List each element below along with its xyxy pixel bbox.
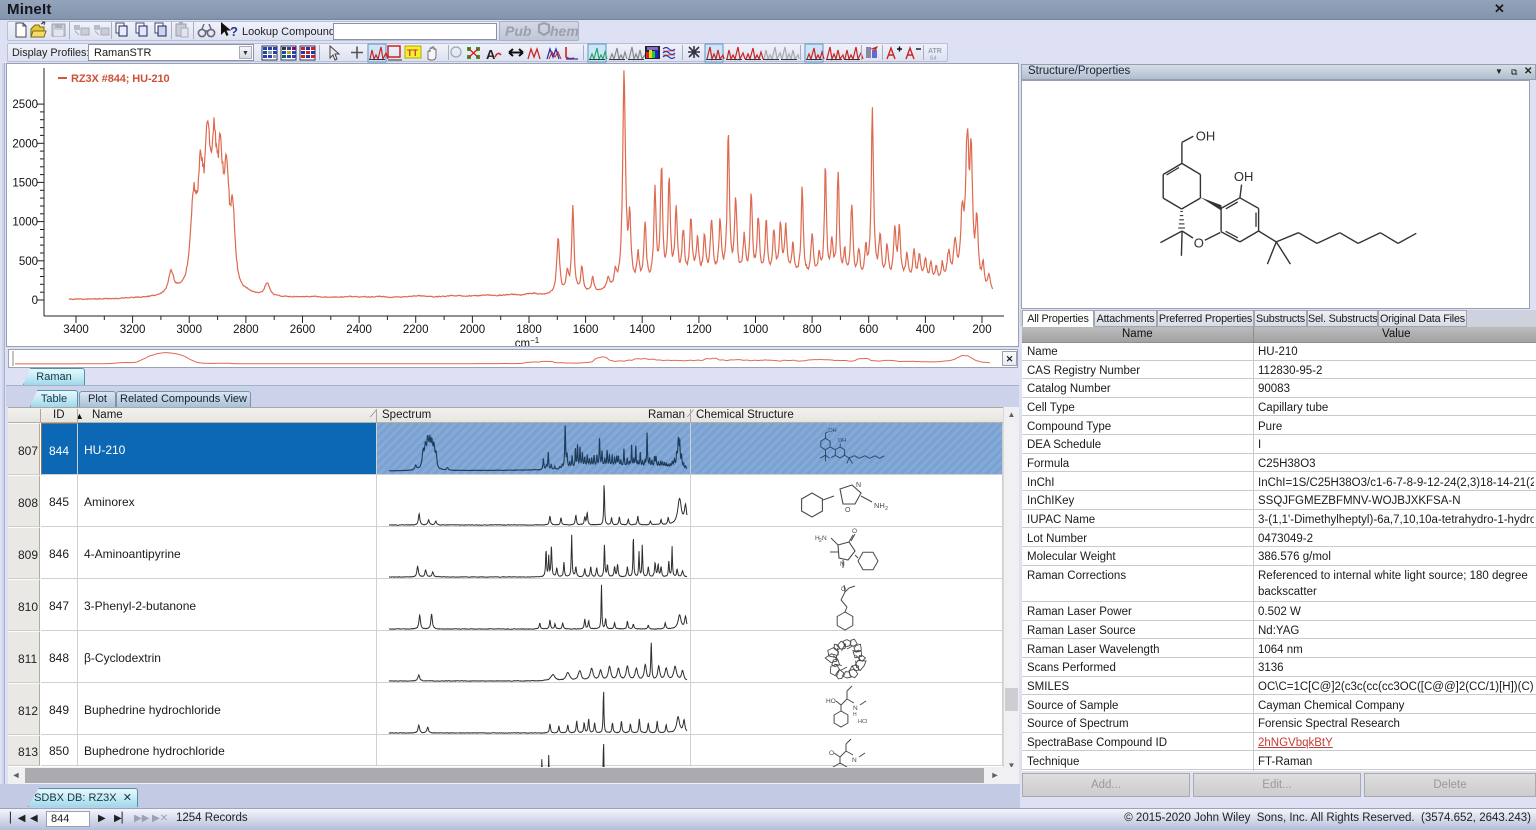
svg-text:O: O — [852, 528, 857, 535]
svg-text:3200: 3200 — [120, 324, 146, 336]
svg-text:800: 800 — [803, 324, 822, 336]
svg-text:OH: OH — [828, 428, 836, 434]
svg-text:1200: 1200 — [686, 324, 712, 336]
svg-text:OH: OH — [1196, 129, 1216, 144]
svg-text:N: N — [822, 535, 827, 542]
svg-text:1400: 1400 — [629, 324, 655, 336]
svg-text:N: N — [840, 561, 845, 568]
svg-text:TT: TT — [407, 48, 418, 58]
svg-text:O: O — [1194, 236, 1204, 251]
svg-text:HCl: HCl — [858, 719, 867, 725]
svg-text:O: O — [845, 507, 851, 514]
svg-text:200: 200 — [972, 324, 991, 336]
svg-text:O: O — [829, 750, 834, 757]
svg-text:A: A — [486, 47, 496, 62]
svg-text:1500: 1500 — [12, 177, 38, 189]
svg-text:NH: NH — [874, 501, 885, 510]
svg-text:2500: 2500 — [12, 99, 38, 111]
svg-text:64: 64 — [930, 56, 937, 62]
svg-text:2600: 2600 — [290, 324, 316, 336]
svg-text:N: N — [852, 757, 857, 764]
svg-text:2400: 2400 — [346, 324, 372, 336]
svg-text:RZ3X #844; HU-210: RZ3X #844; HU-210 — [71, 73, 170, 85]
svg-text:0: 0 — [32, 295, 38, 307]
svg-text:2200: 2200 — [403, 324, 429, 336]
svg-text:HO: HO — [826, 698, 836, 705]
svg-text:H: H — [853, 712, 857, 718]
svg-text:ATR: ATR — [928, 48, 942, 55]
svg-text:cm−1: cm−1 — [515, 336, 540, 346]
svg-text:400: 400 — [916, 324, 935, 336]
svg-text:600: 600 — [859, 324, 878, 336]
svg-text:2000: 2000 — [460, 324, 486, 336]
svg-text:1800: 1800 — [516, 324, 542, 336]
svg-text:2800: 2800 — [233, 324, 259, 336]
svg-text:500: 500 — [19, 256, 38, 268]
svg-text:3000: 3000 — [176, 324, 202, 336]
svg-text:1000: 1000 — [12, 217, 38, 229]
svg-text:3400: 3400 — [63, 324, 89, 336]
svg-text:OH: OH — [1234, 169, 1254, 184]
svg-text:1600: 1600 — [573, 324, 599, 336]
svg-text:1000: 1000 — [743, 324, 769, 336]
svg-text:2: 2 — [885, 506, 888, 512]
svg-text:N: N — [853, 705, 858, 712]
svg-text:OH: OH — [838, 438, 846, 444]
svg-text:N: N — [856, 482, 861, 489]
svg-text:2000: 2000 — [12, 138, 38, 150]
